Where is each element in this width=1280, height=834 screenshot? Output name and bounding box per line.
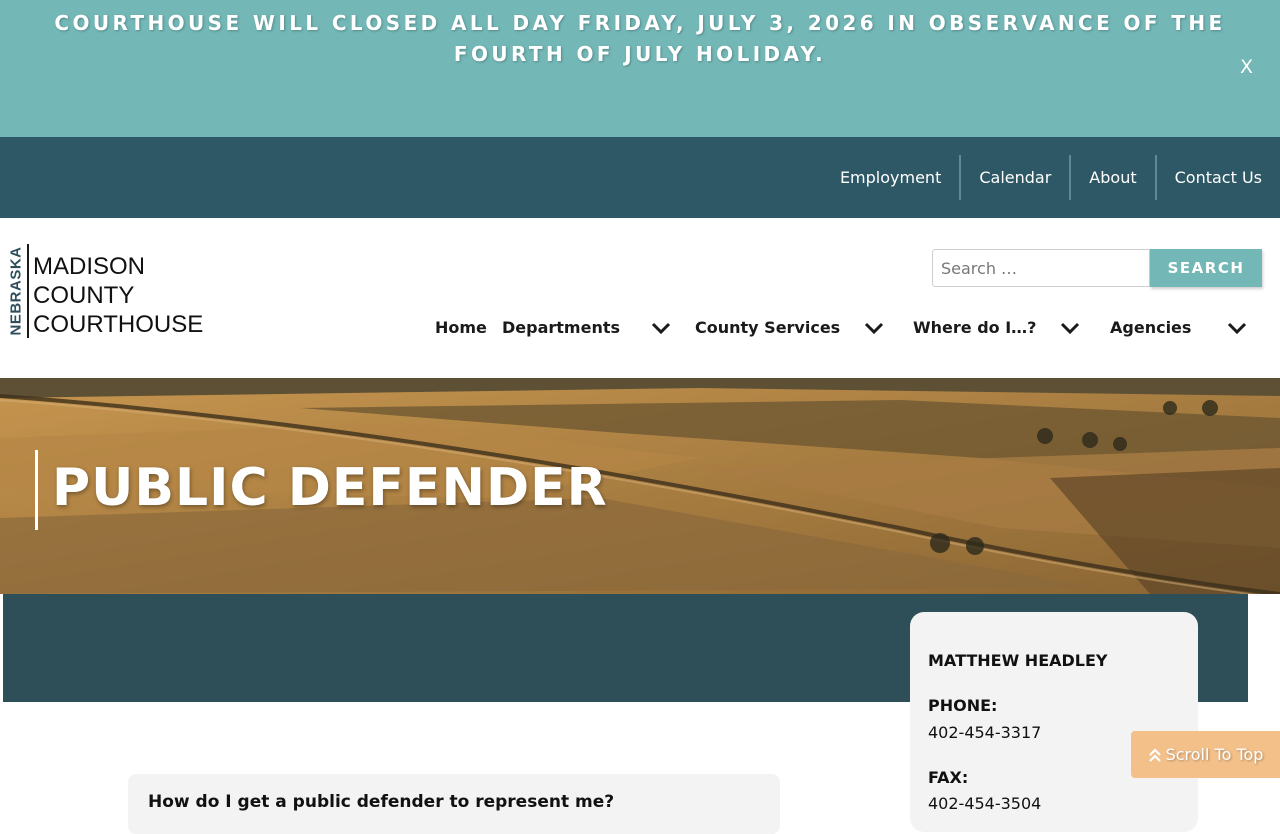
hero-title-accent: [35, 450, 38, 530]
site-header: NEBRASKA MADISON COUNTY COURTHOUSE SEARC…: [0, 218, 1280, 378]
contact-name: MATTHEW HEADLEY: [928, 651, 1108, 670]
utility-link-employment[interactable]: Employment: [822, 155, 959, 200]
nav-where-do-i[interactable]: Where do I…?: [913, 318, 1081, 337]
nav-agencies-label: Agencies: [1110, 318, 1192, 337]
faq-question: How do I get a public defender to repres…: [148, 792, 615, 812]
nav-county-services-label: County Services: [695, 318, 841, 337]
logo-line-3: COURTHOUSE: [33, 311, 204, 338]
utility-nav: Employment Calendar About Contact Us: [822, 155, 1280, 200]
search-input[interactable]: [932, 249, 1150, 287]
nav-where-do-i-label: Where do I…?: [913, 318, 1037, 337]
logo-line-2: COUNTY: [33, 282, 135, 309]
contact-card: MATTHEW HEADLEY PHONE: 402-454-3317 FAX:…: [910, 612, 1198, 832]
page-title: PUBLIC DEFENDER: [52, 458, 608, 518]
nav-departments[interactable]: Departments: [502, 318, 672, 337]
double-chevron-up-icon: [1148, 747, 1161, 762]
utility-link-contact-us[interactable]: Contact Us: [1154, 155, 1280, 200]
logo-nebraska: NEBRASKA: [7, 246, 25, 336]
fax-value: 402-454-3504: [928, 794, 1042, 813]
alert-close-button[interactable]: X: [1240, 56, 1253, 78]
utility-bar: Employment Calendar About Contact Us: [0, 137, 1280, 218]
logo-vertical-text: NEBRASKA: [7, 244, 25, 338]
chevron-down-icon: [1061, 322, 1080, 334]
scroll-to-top-button[interactable]: Scroll To Top: [1131, 731, 1280, 778]
faq-accordion-item[interactable]: How do I get a public defender to repres…: [128, 774, 780, 834]
logo-line-1: MADISON: [33, 253, 146, 280]
logo-wordmark: MADISON COUNTY COURTHOUSE: [33, 252, 203, 339]
nav-agencies[interactable]: Agencies: [1110, 318, 1248, 337]
phone-link[interactable]: 402-454-3317: [928, 723, 1041, 742]
chevron-down-icon: [651, 322, 671, 334]
nav-home[interactable]: Home: [435, 318, 487, 337]
chevron-down-icon: [1228, 322, 1247, 334]
fax-label: FAX:: [928, 768, 969, 787]
search-button[interactable]: SEARCH: [1150, 249, 1262, 287]
nav-county-services[interactable]: County Services: [695, 318, 885, 337]
phone-label: PHONE:: [928, 696, 998, 715]
logo-divider: [27, 244, 29, 338]
nav-departments-label: Departments: [502, 318, 621, 337]
utility-link-calendar[interactable]: Calendar: [959, 155, 1069, 200]
alert-text: COURTHOUSE WILL CLOSED ALL DAY FRIDAY, J…: [54, 11, 1226, 66]
hero-banner: PUBLIC DEFENDER: [0, 378, 1280, 594]
utility-link-about[interactable]: About: [1069, 155, 1154, 200]
chevron-down-icon: [865, 322, 884, 334]
nav-home-label: Home: [435, 318, 487, 337]
scroll-to-top-label: Scroll To Top: [1165, 745, 1264, 764]
alert-banner: COURTHOUSE WILL CLOSED ALL DAY FRIDAY, J…: [0, 0, 1280, 137]
